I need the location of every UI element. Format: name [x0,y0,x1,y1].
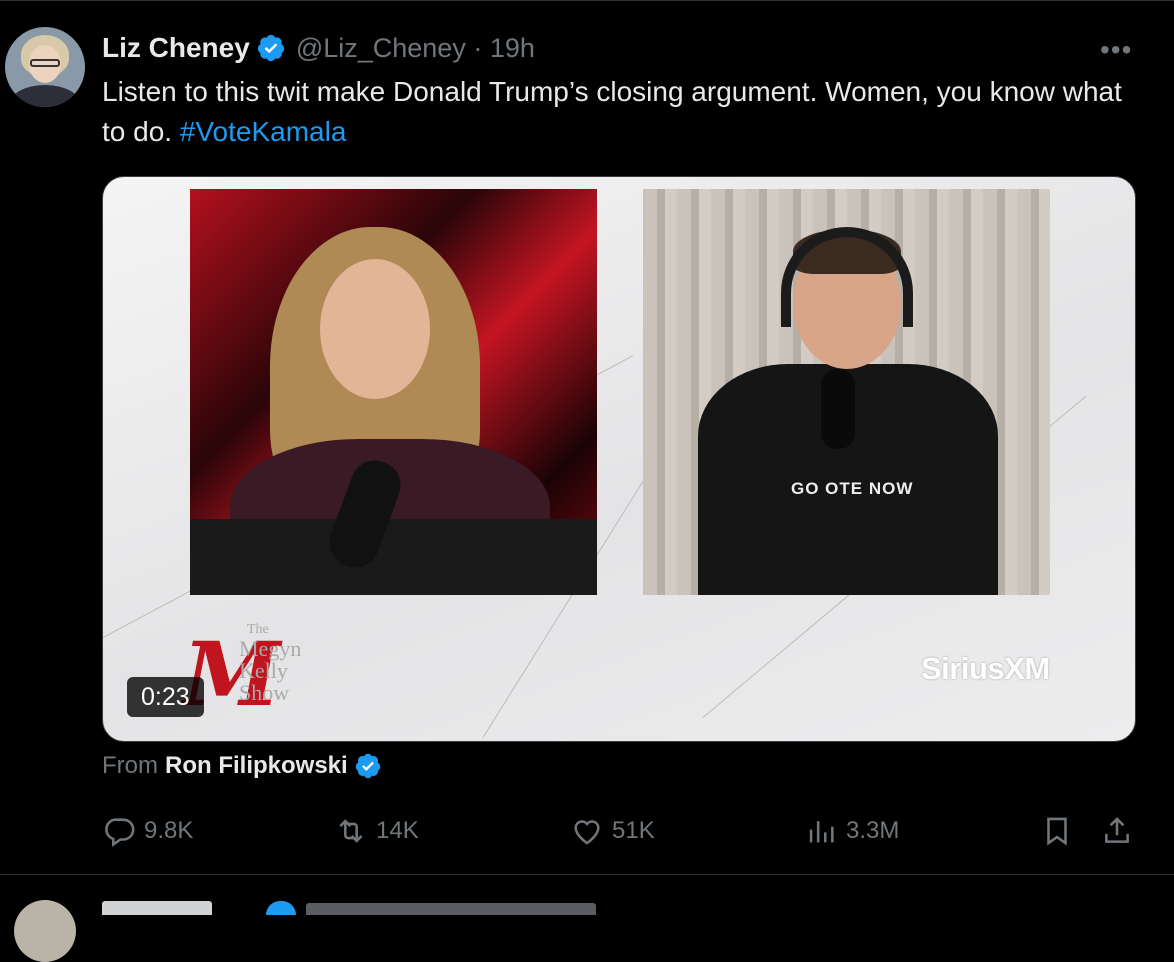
author-name[interactable]: Liz Cheney [102,32,250,64]
heart-icon [574,820,600,845]
author-handle-and-time[interactable]: @Liz_Cheney · 19h [296,33,535,64]
tweet-header: Liz Cheney @Liz_Cheney · 19h [102,30,535,66]
network-logo: SiriusXM [921,651,1050,686]
hashtag-link[interactable]: #VoteKamala [180,116,347,147]
top-divider [0,0,1174,1]
reply-button[interactable]: 9.8K [102,814,193,848]
like-count: 51K [612,817,655,844]
verified-badge-icon [266,901,296,915]
tweet-time[interactable]: · 19h [473,33,535,63]
next-tweet-author-name[interactable] [102,901,212,915]
like-button[interactable]: 51K [570,814,655,848]
views-button[interactable]: 3.3M [804,814,899,848]
reply-count: 9.8K [144,817,194,844]
microphone [821,369,855,449]
video-attribution: From Ron Filipkowski [102,752,382,780]
tweet-actions-bar: 9.8K 14K 51K 3.3M [0,806,1174,856]
next-tweet-handle[interactable] [306,903,596,915]
show-logo-line: Kelly [239,658,288,683]
reply-icon [105,818,135,847]
show-logo: M The Megyn Kelly Show [183,622,353,726]
video-player[interactable]: GO OTE NOW M The Megyn Kelly Show Sirius… [102,176,1136,742]
video-duration-badge: 0:23 [127,677,204,717]
next-tweet-avatar[interactable] [14,900,76,962]
attribution-source-link[interactable]: Ron Filipkowski [165,752,348,780]
host-face [320,259,430,399]
repost-icon [339,819,363,843]
author-avatar[interactable] [5,27,85,107]
repost-button[interactable]: 14K [334,814,419,848]
avatar-shoulders [9,85,81,107]
right-video-panel: GO OTE NOW [643,189,1050,595]
verified-badge-icon [257,34,284,62]
views-count: 3.3M [846,817,900,844]
more-dots-icon[interactable]: ••• [1100,34,1132,66]
attribution-prefix: From [102,752,158,779]
studio-desk [190,519,597,595]
verified-badge-icon [355,753,380,779]
show-logo-line: Megyn [239,636,302,661]
share-icon [1105,817,1129,843]
tweet-divider [0,874,1174,875]
author-handle[interactable]: @Liz_Cheney [296,33,466,63]
tweet-text: Listen to this twit make Donald Trump’s … [102,72,1142,152]
left-video-panel [190,189,597,595]
shirt-text: GO OTE NOW [791,479,914,498]
views-chart-icon [809,821,834,843]
bookmark-button[interactable] [1040,814,1074,848]
share-button[interactable] [1100,814,1134,848]
repost-count: 14K [376,817,419,844]
avatar-glasses [30,59,60,67]
show-logo-line: Show [239,680,290,705]
show-logo-name: Megyn Kelly Show [239,638,301,704]
bookmark-icon [1047,817,1067,846]
